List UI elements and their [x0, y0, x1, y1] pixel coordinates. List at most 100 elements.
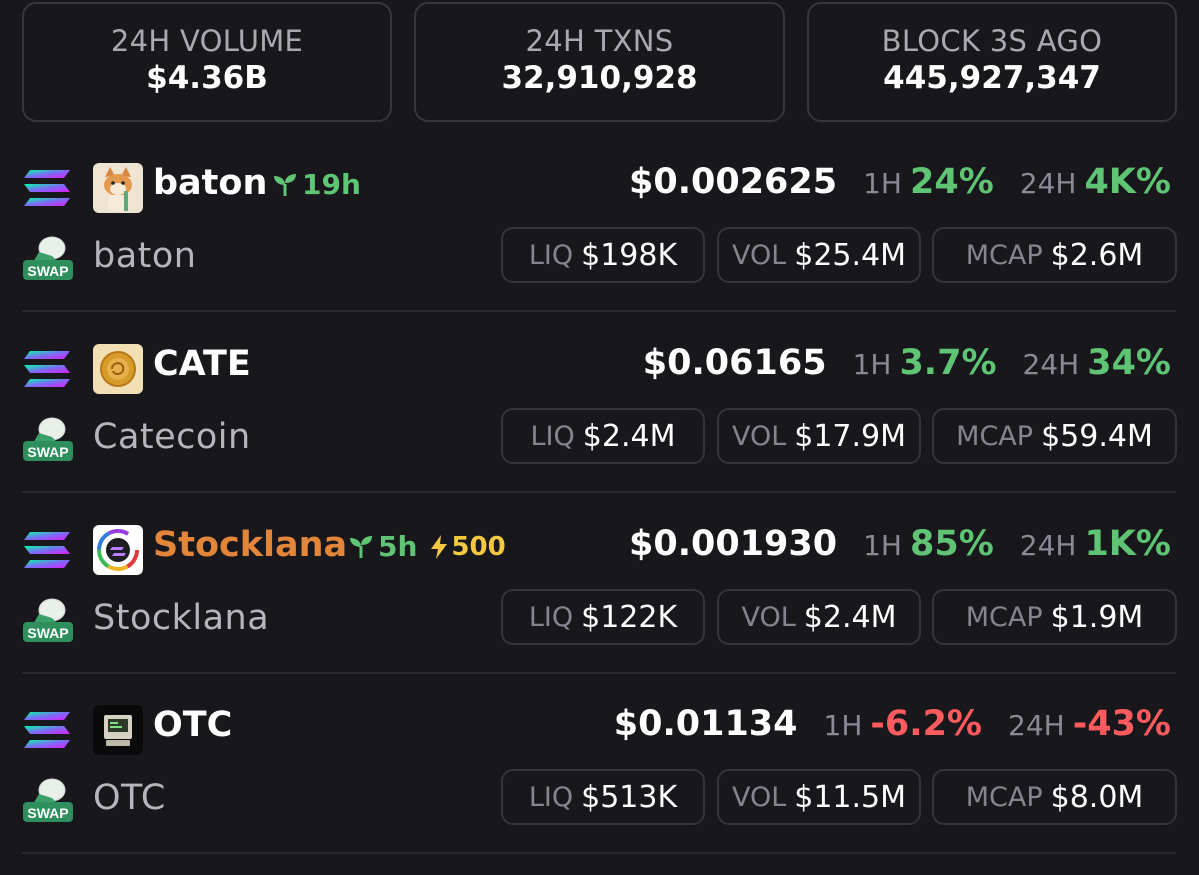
- volume-pill: VOL $17.9M: [717, 408, 921, 464]
- swap-label: SWAP: [27, 805, 68, 821]
- mcap-label: MCAP: [965, 239, 1043, 271]
- vol-label: VOL: [731, 781, 787, 813]
- stat-label: BLOCK 3S AGO: [881, 24, 1103, 58]
- token-name: Stocklana: [93, 598, 270, 638]
- shiba-dog-icon: [93, 163, 143, 213]
- change-24h-label: 24H: [1008, 709, 1065, 742]
- age-value: 19h: [302, 168, 361, 201]
- token-price: $0.06165: [642, 343, 827, 383]
- mcap-pill: MCAP $1.9M: [932, 589, 1177, 645]
- token-name: baton: [93, 236, 197, 276]
- volume-pill: VOL $11.5M: [717, 769, 921, 825]
- token-row[interactable]: SWAP CATE Catecoin $0.06165 1H 3.7% 24H …: [0, 329, 1199, 509]
- liquidity-pill: LIQ $122K: [501, 589, 705, 645]
- stat-label: 24H TXNS: [525, 24, 674, 58]
- price-line: $0.002625 1H 24% 24H 4K%: [629, 162, 1171, 202]
- mcap-value: $2.6M: [1050, 237, 1144, 273]
- liq-label: LIQ: [528, 601, 574, 633]
- rainbow-ring-icon: [93, 525, 143, 575]
- token-price: $0.002625: [628, 162, 838, 202]
- stat-value: 32,910,928: [501, 60, 698, 96]
- change-1h-label: 1H: [852, 348, 892, 381]
- row-divider: [22, 852, 1176, 854]
- token-symbol[interactable]: baton: [153, 163, 267, 203]
- solana-chain-icon: [24, 170, 70, 206]
- vol-value: $2.4M: [803, 599, 897, 635]
- stat-24h-txns: 24H TXNS 32,910,928: [414, 2, 785, 122]
- boost-value: 500: [451, 531, 506, 562]
- mcap-value: $8.0M: [1050, 779, 1144, 815]
- swap-dex-icon: SWAP: [23, 598, 73, 642]
- swap-dex-icon: SWAP: [23, 236, 73, 280]
- boost-badge: 500: [429, 531, 506, 562]
- vol-label: VOL: [741, 601, 796, 633]
- change-1h-value: 3.7%: [899, 343, 997, 383]
- solana-chain-icon: [24, 712, 70, 748]
- vol-label: VOL: [731, 420, 787, 452]
- row-divider: [22, 672, 1176, 674]
- swap-dex-icon: SWAP: [23, 417, 73, 461]
- stat-24h-volume: 24H VOLUME $4.36B: [22, 2, 392, 122]
- vol-value: $17.9M: [794, 418, 907, 454]
- vol-value: $11.5M: [794, 779, 907, 815]
- swap-dex-icon: SWAP: [23, 778, 73, 822]
- age-badge: 5h: [348, 530, 417, 563]
- lightning-bolt-icon: [431, 534, 448, 559]
- stat-label: 24H VOLUME: [110, 24, 304, 58]
- stats-bar: 24H VOLUME $4.36B 24H TXNS 32,910,928 BL…: [0, 2, 1199, 126]
- mcap-pill: MCAP $8.0M: [932, 769, 1177, 825]
- change-1h-value: 85%: [909, 524, 994, 564]
- sprout-icon: [274, 173, 296, 196]
- stat-latest-block: BLOCK 3S AGO 445,927,347: [807, 2, 1177, 122]
- token-name: OTC: [93, 778, 166, 818]
- token-badges: 19h: [272, 168, 373, 201]
- age-value: 5h: [378, 530, 418, 563]
- token-symbol[interactable]: OTC: [153, 705, 232, 745]
- solana-chain-icon: [24, 351, 70, 387]
- retro-computer-icon: [93, 705, 143, 755]
- mcap-value: $59.4M: [1041, 418, 1153, 454]
- liquidity-pill: LIQ $198K: [501, 227, 705, 283]
- liq-label: LIQ: [528, 239, 574, 271]
- change-24h-value: 34%: [1087, 343, 1171, 383]
- price-line: $0.01134 1H -6.2% 24H -43%: [614, 704, 1171, 744]
- token-row[interactable]: SWAP OTC OTC $0.01134 1H -6.2% 24H -43% …: [0, 690, 1199, 870]
- mcap-pill: MCAP $2.6M: [932, 227, 1177, 283]
- change-1h-value: -6.2%: [870, 704, 982, 744]
- change-24h-value: 4K%: [1084, 162, 1171, 202]
- price-line: $0.001930 1H 85% 24H 1K%: [629, 524, 1171, 564]
- liquidity-pill: LIQ $513K: [501, 769, 705, 825]
- liq-value: $2.4M: [582, 418, 676, 454]
- stat-value: $4.36B: [146, 60, 268, 96]
- token-symbol[interactable]: CATE: [153, 344, 251, 384]
- change-24h-label: 24H: [1019, 529, 1077, 562]
- change-1h-label: 1H: [863, 167, 902, 200]
- price-line: $0.06165 1H 3.7% 24H 34%: [643, 343, 1171, 383]
- token-name: Catecoin: [93, 417, 251, 457]
- liq-value: $513K: [581, 779, 678, 815]
- token-symbol[interactable]: Stocklana: [153, 525, 347, 565]
- change-1h-label: 1H: [823, 709, 863, 742]
- row-divider: [22, 310, 1176, 312]
- gold-coin-icon: [93, 344, 143, 394]
- swap-label: SWAP: [27, 625, 68, 641]
- token-row[interactable]: SWAP baton 19h baton $0.002625 1H 24% 24…: [0, 148, 1199, 328]
- change-24h-value: -43%: [1072, 704, 1171, 744]
- volume-pill: VOL $2.4M: [717, 589, 921, 645]
- stat-value: 445,927,347: [883, 60, 1101, 96]
- change-1h-value: 24%: [909, 162, 994, 202]
- liq-value: $122K: [581, 599, 678, 635]
- sprout-icon: [350, 535, 372, 558]
- mcap-value: $1.9M: [1050, 599, 1144, 635]
- token-row[interactable]: SWAP Stocklana 5h 500 Stocklana $0.00193…: [0, 510, 1199, 690]
- change-1h-label: 1H: [863, 529, 902, 562]
- swap-label: SWAP: [27, 444, 68, 460]
- volume-pill: VOL $25.4M: [717, 227, 921, 283]
- solana-chain-icon: [24, 532, 70, 568]
- mcap-label: MCAP: [965, 781, 1043, 813]
- liq-label: LIQ: [528, 781, 574, 813]
- vol-label: VOL: [731, 239, 787, 271]
- swap-label: SWAP: [27, 263, 68, 279]
- change-24h-value: 1K%: [1084, 524, 1171, 564]
- mcap-label: MCAP: [965, 601, 1043, 633]
